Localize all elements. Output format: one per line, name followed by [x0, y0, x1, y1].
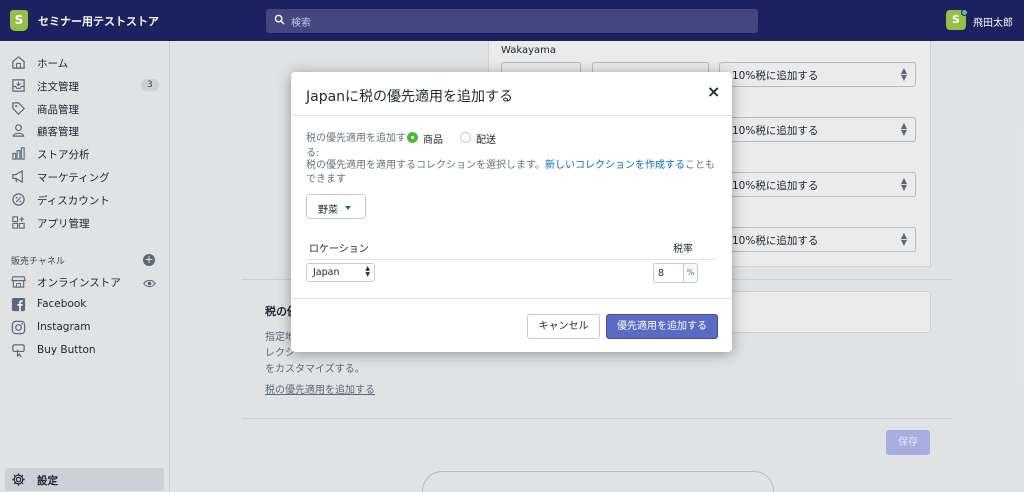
- divider: [291, 115, 732, 116]
- location-select[interactable]: Japan ▲ ▼: [306, 263, 375, 282]
- tax-rate-value: 8: [658, 268, 665, 279]
- radio-products[interactable]: [408, 133, 417, 142]
- chevron-down-icon[interactable]: ⌄: [151, 13, 159, 24]
- apply-to-label: 税の優先適用を追加する:: [306, 133, 406, 159]
- shopify-logo-icon[interactable]: S: [10, 10, 28, 31]
- collection-dropdown[interactable]: 野菜: [306, 194, 366, 219]
- rate-column-header: 税率: [673, 244, 693, 255]
- percent-suffix: %: [683, 263, 698, 283]
- select-arrows-icon: ▲ ▼: [365, 265, 370, 278]
- divider: [306, 259, 717, 260]
- location-column-header: ロケーション: [309, 244, 369, 255]
- search-icon: [274, 14, 285, 25]
- radio-shipping-label[interactable]: 配送: [476, 131, 496, 146]
- caret-down-icon: [345, 206, 351, 210]
- close-icon[interactable]: ×: [707, 82, 720, 101]
- collection-value: 野菜: [318, 205, 338, 216]
- add-override-button[interactable]: 優先適用を追加する: [606, 314, 718, 339]
- divider: [291, 298, 732, 299]
- help-text: 税の優先適用を適用するコレクションを選択します。: [306, 160, 545, 171]
- radio-products-label[interactable]: 商品: [423, 131, 443, 146]
- notification-dot: [961, 9, 968, 16]
- user-name[interactable]: 飛田太郎: [973, 14, 1013, 29]
- radio-shipping[interactable]: [460, 132, 471, 143]
- search-bar[interactable]: 検索: [266, 9, 758, 33]
- cancel-button[interactable]: キャンセル: [527, 314, 600, 339]
- modal-title: Japanに税の優先適用を追加する: [306, 89, 514, 105]
- collection-help-text: 税の優先適用を適用するコレクションを選択します。新しいコレクションを作成すること…: [306, 159, 721, 187]
- location-value: Japan: [313, 267, 340, 278]
- tax-rate-input[interactable]: 8: [653, 263, 684, 283]
- create-collection-link[interactable]: 新しいコレクションを作成する: [545, 160, 685, 171]
- add-tax-override-modal: Japanに税の優先適用を追加する × 税の優先適用を追加する: 商品 配送 税…: [291, 72, 732, 352]
- search-input[interactable]: 検索: [291, 14, 311, 29]
- store-name[interactable]: セミナー用テストストア: [38, 13, 159, 29]
- top-bar: S セミナー用テストストア ⌄ 検索 S 飛田太郎: [0, 0, 1024, 41]
